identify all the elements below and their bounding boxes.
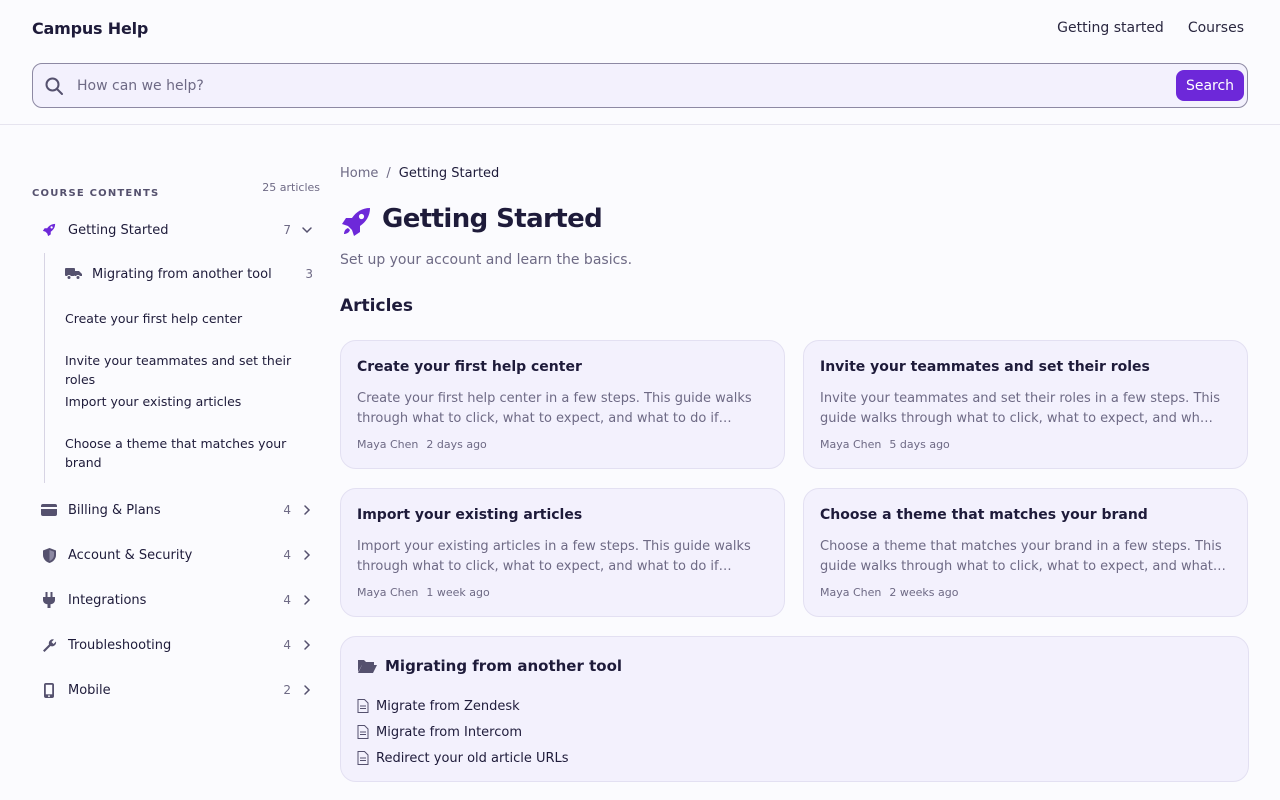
section-count: 2 <box>283 683 291 697</box>
sidebar-section-getting-started[interactable]: Getting Started 7 <box>32 212 322 248</box>
article-description: Create your first help center in a few s… <box>357 391 752 426</box>
search-input[interactable] <box>77 64 1157 107</box>
article-title: Import your existing articles <box>357 507 583 523</box>
folder-article-link[interactable]: Migrate from Zendesk <box>357 693 569 719</box>
section-count: 4 <box>283 503 291 517</box>
search-button[interactable]: Search <box>1176 70 1244 101</box>
breadcrumb: Home / Getting Started <box>340 166 499 181</box>
article-author: Maya Chen <box>357 586 419 599</box>
article-author: Maya Chen <box>820 586 882 599</box>
sidebar-article-count: 25 articles <box>262 181 320 194</box>
article-description: Choose a theme that matches your brand i… <box>820 539 1226 574</box>
shield-icon <box>40 546 58 564</box>
chevron-right-icon <box>304 505 311 515</box>
sidebar-item-create-help-center[interactable]: Create your first help center <box>65 309 315 328</box>
page-title: Getting Started <box>382 204 603 234</box>
chevron-right-icon <box>304 595 311 605</box>
article-description: Import your existing articles in a few s… <box>357 539 751 574</box>
document-icon <box>357 751 369 765</box>
sidebar-section-integrations[interactable]: Integrations 4 <box>32 582 322 618</box>
search-icon <box>45 77 63 95</box>
breadcrumb-home[interactable]: Home <box>340 166 378 181</box>
breadcrumb-separator: / <box>386 166 391 181</box>
section-label: Integrations <box>68 592 147 608</box>
folder-article-link[interactable]: Redirect your old article URLs <box>357 745 569 771</box>
sidebar-subfolder-migrating[interactable]: Migrating from another tool 3 <box>65 263 323 285</box>
article-meta: Maya Chen 2 weeks ago <box>820 586 958 599</box>
article-title: Choose a theme that matches your brand <box>820 507 1148 523</box>
folder-header[interactable]: Migrating from another tool <box>357 657 622 675</box>
section-count: 4 <box>283 548 291 562</box>
sidebar-item-import-articles[interactable]: Import your existing articles <box>65 392 315 411</box>
folder-open-icon <box>358 660 377 673</box>
chevron-right-icon <box>304 685 311 695</box>
chevron-right-icon <box>304 640 311 650</box>
section-label: Mobile <box>68 682 111 698</box>
wrench-icon <box>40 636 58 654</box>
section-label: Getting Started <box>68 222 169 238</box>
article-title: Invite your teammates and set their role… <box>820 359 1150 375</box>
article-time: 1 week ago <box>426 586 490 599</box>
sidebar-item-choose-theme[interactable]: Choose a theme that matches your brand <box>65 434 315 472</box>
nav-courses[interactable]: Courses <box>1188 20 1244 36</box>
nav-getting-started[interactable]: Getting started <box>1057 20 1164 36</box>
section-label: Troubleshooting <box>68 637 172 653</box>
site-header: Campus Help Getting started Courses Sear… <box>0 0 1280 125</box>
article-time: 5 days ago <box>889 438 950 451</box>
chevron-down-icon <box>302 227 312 234</box>
article-meta: Maya Chen 1 week ago <box>357 586 490 599</box>
article-card[interactable]: Choose a theme that matches your brand C… <box>803 488 1248 617</box>
section-count: 4 <box>283 593 291 607</box>
section-count: 4 <box>283 638 291 652</box>
breadcrumb-current: Getting Started <box>398 166 500 181</box>
article-meta: Maya Chen 5 days ago <box>820 438 950 451</box>
document-icon <box>357 725 369 739</box>
sidebar-title: COURSE CONTENTS <box>32 188 160 199</box>
credit-card-icon <box>40 501 58 519</box>
folder-card-migrating: Migrating from another tool Migrate from… <box>340 636 1249 782</box>
subfolder-label: Migrating from another tool <box>92 266 272 282</box>
article-card[interactable]: Import your existing articles Import you… <box>340 488 785 617</box>
folder-article-label: Migrate from Intercom <box>376 724 522 740</box>
folder-article-list: Migrate from Zendesk Migrate from Interc… <box>357 693 569 771</box>
article-time: 2 weeks ago <box>889 586 959 599</box>
folder-article-link[interactable]: Migrate from Intercom <box>357 719 569 745</box>
page-subtitle: Set up your account and learn the basics… <box>340 252 633 268</box>
subfolder-count: 3 <box>305 267 313 281</box>
sidebar-section-account-security[interactable]: Account & Security 4 <box>32 537 322 573</box>
section-label: Account & Security <box>68 547 193 563</box>
rocket-icon <box>342 208 370 236</box>
rocket-icon <box>40 221 58 239</box>
article-author: Maya Chen <box>820 438 882 451</box>
folder-article-label: Migrate from Zendesk <box>376 698 520 714</box>
search-bar: Search <box>32 63 1248 108</box>
article-card[interactable]: Create your first help center Create you… <box>340 340 785 469</box>
article-description: Invite your teammates and set their role… <box>820 391 1221 426</box>
article-author: Maya Chen <box>357 438 419 451</box>
document-icon <box>357 699 369 713</box>
sidebar-subitems: Migrating from another tool 3 Create you… <box>44 253 322 483</box>
chevron-right-icon <box>304 550 311 560</box>
article-time: 2 days ago <box>426 438 487 451</box>
sidebar-section-troubleshooting[interactable]: Troubleshooting 4 <box>32 627 322 663</box>
sidebar-header: COURSE CONTENTS 25 articles <box>32 181 322 200</box>
section-label: Billing & Plans <box>68 502 161 518</box>
sidebar-item-invite-teammates[interactable]: Invite your teammates and set their role… <box>65 351 315 389</box>
top-nav: Getting started Courses <box>1057 20 1244 36</box>
phone-icon <box>40 681 58 699</box>
brand-logo[interactable]: Campus Help <box>32 19 148 38</box>
folder-title: Migrating from another tool <box>385 657 623 675</box>
section-count: 7 <box>283 223 291 237</box>
article-card[interactable]: Invite your teammates and set their role… <box>803 340 1248 469</box>
sidebar-section-mobile[interactable]: Mobile 2 <box>32 672 322 708</box>
truck-icon <box>65 265 82 284</box>
article-meta: Maya Chen 2 days ago <box>357 438 487 451</box>
plug-icon <box>40 591 58 609</box>
articles-heading: Articles <box>340 296 414 316</box>
article-title: Create your first help center <box>357 359 582 375</box>
sidebar-section-billing[interactable]: Billing & Plans 4 <box>32 492 322 528</box>
folder-article-label: Redirect your old article URLs <box>376 750 569 766</box>
